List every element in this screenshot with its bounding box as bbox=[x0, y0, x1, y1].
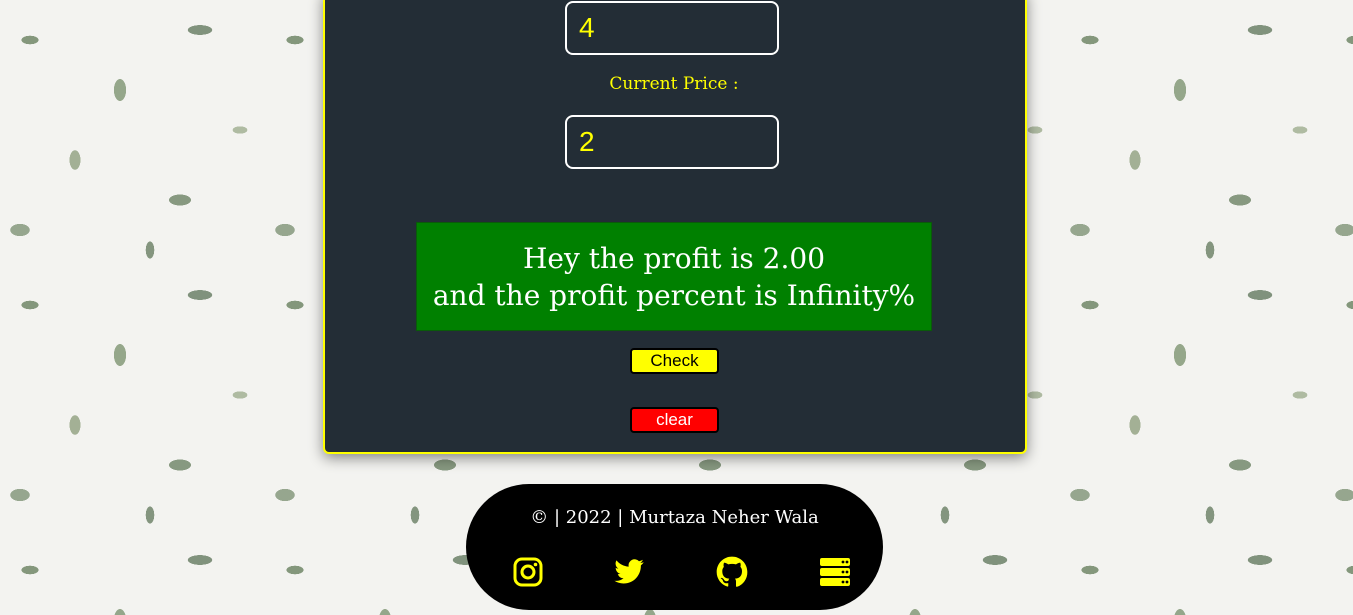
instagram-link[interactable] bbox=[512, 556, 544, 588]
footer: © | 2022 | Murtaza Neher Wala bbox=[466, 484, 883, 610]
instagram-icon bbox=[513, 557, 543, 587]
twitter-link[interactable] bbox=[613, 556, 645, 588]
result-message: Hey the profit is 2.00 and the profit pe… bbox=[416, 222, 932, 331]
result-line-profit: Hey the profit is 2.00 bbox=[522, 242, 826, 275]
check-button[interactable]: Check bbox=[630, 348, 719, 374]
quantity-input[interactable] bbox=[565, 1, 779, 55]
github-icon bbox=[716, 556, 748, 587]
page-background: { "form": { "quantity_value": "4", "curr… bbox=[0, 0, 1353, 615]
result-line-percent: and the profit percent is Infinity% bbox=[432, 279, 916, 312]
clear-button[interactable]: clear bbox=[630, 407, 719, 433]
github-link[interactable] bbox=[716, 556, 748, 588]
twitter-icon bbox=[614, 559, 644, 584]
server-icon bbox=[820, 558, 850, 586]
current-price-input[interactable] bbox=[565, 115, 779, 169]
current-price-label: Current Price : bbox=[609, 74, 739, 94]
copyright-text: © | 2022 | Murtaza Neher Wala bbox=[530, 507, 819, 528]
portfolio-link[interactable] bbox=[819, 556, 851, 588]
